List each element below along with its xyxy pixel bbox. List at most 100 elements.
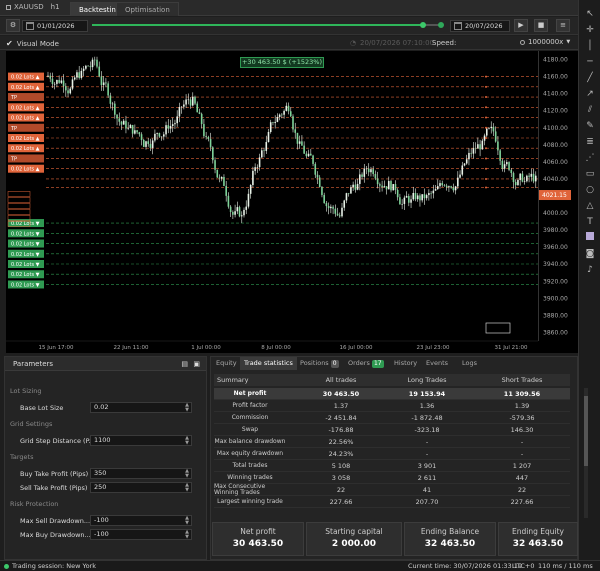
end-date-field[interactable]: 20/07/2026: [450, 20, 510, 32]
table-row[interactable]: Winning trades 3 058 2 611 447: [214, 472, 570, 484]
stepper-icon[interactable]: ▲ ▼: [185, 516, 189, 526]
candle-body: [145, 141, 147, 147]
cursor-icon[interactable]: ↖: [584, 8, 596, 20]
top-tab-bar: XAUUSD h1 Backtesting Optimisation: [0, 0, 578, 16]
candle-body: [265, 142, 268, 151]
stop-button[interactable]: ■: [534, 19, 548, 32]
tab-equity[interactable]: Equity: [212, 357, 241, 370]
table-row[interactable]: Largest winning trade 227.66 207.70 227.66: [214, 496, 570, 508]
settings-gear-button[interactable]: ⚙: [6, 19, 20, 32]
vertical-line-icon[interactable]: │: [584, 40, 596, 52]
stats-header-row: Summary All trades Long Trades Short Tra…: [214, 374, 570, 386]
horizontal-line-icon[interactable]: ─: [584, 56, 596, 68]
tp-marker-box: [7, 209, 31, 215]
price-axis: 4180.00 4160.00 4140.00 4120.00 4100.00 4080.…: [538, 51, 578, 341]
price-chart[interactable]: 0.02 Lots ▲ 0.02 Lots ▲ TP 0.02 Lots ▲ 0.02…: [6, 51, 578, 353]
candle-body: [312, 155, 314, 164]
stepper-icon[interactable]: ▲ ▼: [185, 436, 189, 446]
ellipse-icon[interactable]: ○: [584, 184, 596, 196]
candle-body: [457, 177, 459, 187]
buy-order-label: 0.02 Lots ▼: [11, 272, 40, 278]
color-swatch-icon[interactable]: [584, 232, 596, 244]
param-value-field[interactable]: 1100 ▲ ▼: [90, 435, 192, 446]
table-row[interactable]: Net profit 30 463.50 19 153.94 11 309.56: [214, 388, 570, 400]
text-icon[interactable]: T: [584, 216, 596, 228]
price-tick-label: 3860.00: [543, 329, 568, 336]
stepper-icon[interactable]: ▲ ▼: [185, 530, 189, 540]
stepper-icon[interactable]: ▲ ▼: [185, 483, 189, 493]
start-date-field[interactable]: 01/01/2026: [22, 20, 88, 32]
candle-body: [212, 147, 214, 161]
candle-body: [385, 186, 388, 190]
table-row[interactable]: Commission -2 451.84 -1 872.48 -579.36: [214, 412, 570, 424]
table-row[interactable]: Max balance drawdown 22.56% - -: [214, 436, 570, 448]
candle-body: [163, 134, 165, 137]
param-value-field[interactable]: -100 ▲ ▼: [90, 515, 192, 526]
timezone[interactable]: UTC+0: [512, 561, 534, 571]
pencil-icon[interactable]: ✎: [584, 120, 596, 132]
candle-body: [327, 206, 330, 209]
stats-scroll-thumb[interactable]: [584, 396, 588, 466]
fibonacci-icon[interactable]: ≣: [584, 136, 596, 148]
table-row[interactable]: Profit factor 1.37 1.36 1.39: [214, 400, 570, 412]
timeline-handle[interactable]: [420, 22, 426, 28]
candle-body: [191, 96, 194, 106]
tab-events[interactable]: Events: [422, 357, 452, 370]
stepper-icon[interactable]: ▲ ▼: [185, 403, 189, 413]
trend-line-icon[interactable]: ╱: [584, 72, 596, 84]
candle-body: [129, 125, 132, 129]
table-cell: Total trades: [232, 462, 268, 469]
sell-order-label: 0.02 Lots ▲: [11, 75, 40, 81]
candle-body: [100, 76, 103, 86]
ray-icon[interactable]: ↗: [584, 88, 596, 100]
table-row[interactable]: Total trades 5 108 3 901 1 207: [214, 460, 570, 472]
current-time: Current time: 30/07/2026 01:33:19: [408, 562, 523, 570]
speed-selector[interactable]: 1000000x ▼: [520, 38, 570, 46]
crosshair-icon[interactable]: ✛: [584, 24, 596, 36]
stats-scrollbar[interactable]: [584, 388, 588, 518]
candle-body: [501, 160, 504, 169]
candle-body: [80, 70, 83, 78]
candle-body: [325, 203, 328, 207]
table-cell: 3 901: [417, 462, 437, 470]
param-value-field[interactable]: -100 ▲ ▼: [90, 529, 192, 540]
fan-icon[interactable]: ⋰: [584, 152, 596, 164]
tab-orders[interactable]: Orders 17: [344, 357, 388, 370]
tab-history[interactable]: History: [390, 357, 421, 370]
maximize-icon[interactable]: ▣: [193, 357, 200, 371]
triangle-icon[interactable]: △: [584, 200, 596, 212]
candle-body: [189, 99, 192, 106]
tab-positions[interactable]: Positions 0: [296, 357, 343, 370]
candle-body: [445, 185, 448, 188]
param-value: -100: [94, 530, 109, 538]
param-value-field[interactable]: 0.02 ▲ ▼: [90, 402, 192, 413]
tab-logs[interactable]: Logs: [458, 357, 481, 370]
table-row[interactable]: Max Consecutive Winning Trades 22 41 22: [214, 484, 570, 496]
stepper-icon[interactable]: ▲ ▼: [185, 469, 189, 479]
param-value-field[interactable]: 250 ▲ ▼: [90, 482, 192, 493]
param-value-field[interactable]: 350 ▲ ▼: [90, 468, 192, 479]
summary-label: Ending Equity: [512, 527, 564, 536]
play-button[interactable]: ▶: [514, 19, 528, 32]
bell-icon[interactable]: ♪: [584, 264, 596, 276]
candle-body: [408, 195, 410, 203]
check-icon: ✔: [6, 39, 13, 48]
candle-body: [165, 125, 167, 135]
candle-body: [470, 152, 472, 154]
candle-body: [521, 173, 524, 182]
rectangle-icon[interactable]: ▭: [584, 168, 596, 180]
symbol-label[interactable]: XAUUSD h1: [6, 3, 60, 11]
tab-trade-statistics[interactable]: Trade statistics: [240, 357, 297, 370]
table-row[interactable]: Max equity drawdown 24.23% - -: [214, 448, 570, 460]
tab-optimisation[interactable]: Optimisation: [116, 2, 179, 16]
save-icon[interactable]: ▤: [181, 357, 188, 371]
candle-body: [452, 187, 455, 191]
timeline-end-handle[interactable]: [438, 22, 444, 28]
table-row[interactable]: Swap -176.88 -323.18 146.30: [214, 424, 570, 436]
candle-body: [216, 169, 219, 178]
camera-icon[interactable]: ◙: [584, 248, 596, 260]
channel-icon[interactable]: ⫽: [584, 104, 596, 116]
menu-button[interactable]: ≡: [556, 19, 570, 32]
visual-mode-toggle[interactable]: ✔ Visual Mode: [6, 39, 59, 48]
table-cell: -: [425, 450, 429, 458]
